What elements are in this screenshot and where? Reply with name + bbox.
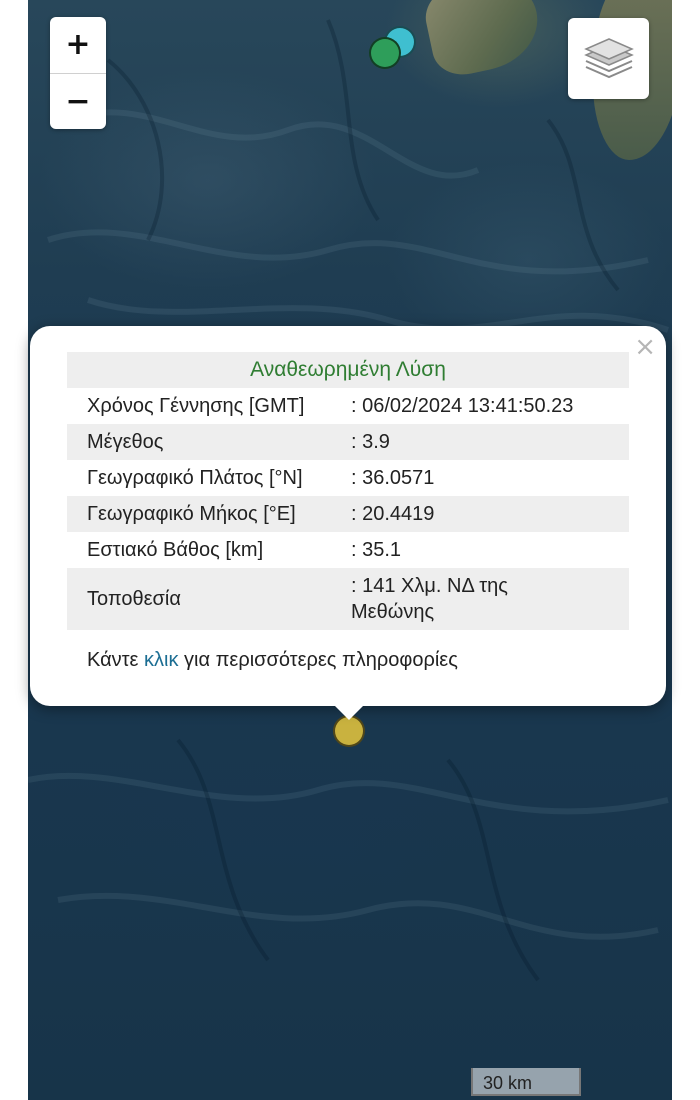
popup-title: Αναθεωρημένη Λύση [67,352,629,388]
more-info-suffix: για περισσότερες πληροφορίες [178,649,458,671]
popup-pointer [333,704,365,720]
row-value: : 20.4419 [351,496,629,532]
table-row: Αναθεωρημένη Λύση [67,352,629,388]
table-row: Εστιακό Βάθος [km] : 35.1 [67,532,629,568]
earthquake-marker[interactable] [369,37,401,69]
table-row: Μέγεθος : 3.9 [67,424,629,460]
row-value: : 06/02/2024 13:41:50.23 [351,395,574,417]
row-label: Γεωγραφικό Μήκος [°E] [67,496,351,532]
close-icon[interactable]: × [634,332,656,362]
scale-bar: 30 km [471,1068,581,1096]
row-value: : 141 Χλμ. ΝΔ της Μεθώνης [351,568,629,630]
zoom-control: + − [50,17,106,129]
more-info-link[interactable]: κλικ [144,649,178,671]
earthquake-popup: × Αναθεωρημένη Λύση Χρόνος Γέννησης [GMT… [30,326,666,706]
row-label: Χρόνος Γέννησης [GMT] [87,395,305,417]
table-row: Γεωγραφικό Μήκος [°E] : 20.4419 [67,496,629,532]
layers-icon [583,37,634,78]
zoom-in-button[interactable]: + [50,17,106,73]
layers-button[interactable] [568,18,649,99]
row-value: : 3.9 [351,424,629,460]
row-label: Τοποθεσία [67,568,351,630]
table-row: Γεωγραφικό Πλάτος [°N] : 36.0571 [67,460,629,496]
row-label: Γεωγραφικό Πλάτος [°N] [87,467,303,489]
earthquake-info-table: Αναθεωρημένη Λύση Χρόνος Γέννησης [GMT] … [67,352,629,630]
row-label: Μέγεθος [67,424,351,460]
table-row: Τοποθεσία : 141 Χλμ. ΝΔ της Μεθώνης [67,568,629,630]
row-label: Εστιακό Βάθος [km] [87,539,264,561]
more-info-text: Κάντε κλικ για περισσότερες πληροφορίες [87,649,458,672]
row-value: : 36.0571 [351,467,435,489]
row-value: : 35.1 [351,539,402,561]
table-row: Χρόνος Γέννησης [GMT] : 06/02/2024 13:41… [67,388,629,424]
zoom-out-button[interactable]: − [50,74,106,130]
more-info-prefix: Κάντε [87,649,145,671]
